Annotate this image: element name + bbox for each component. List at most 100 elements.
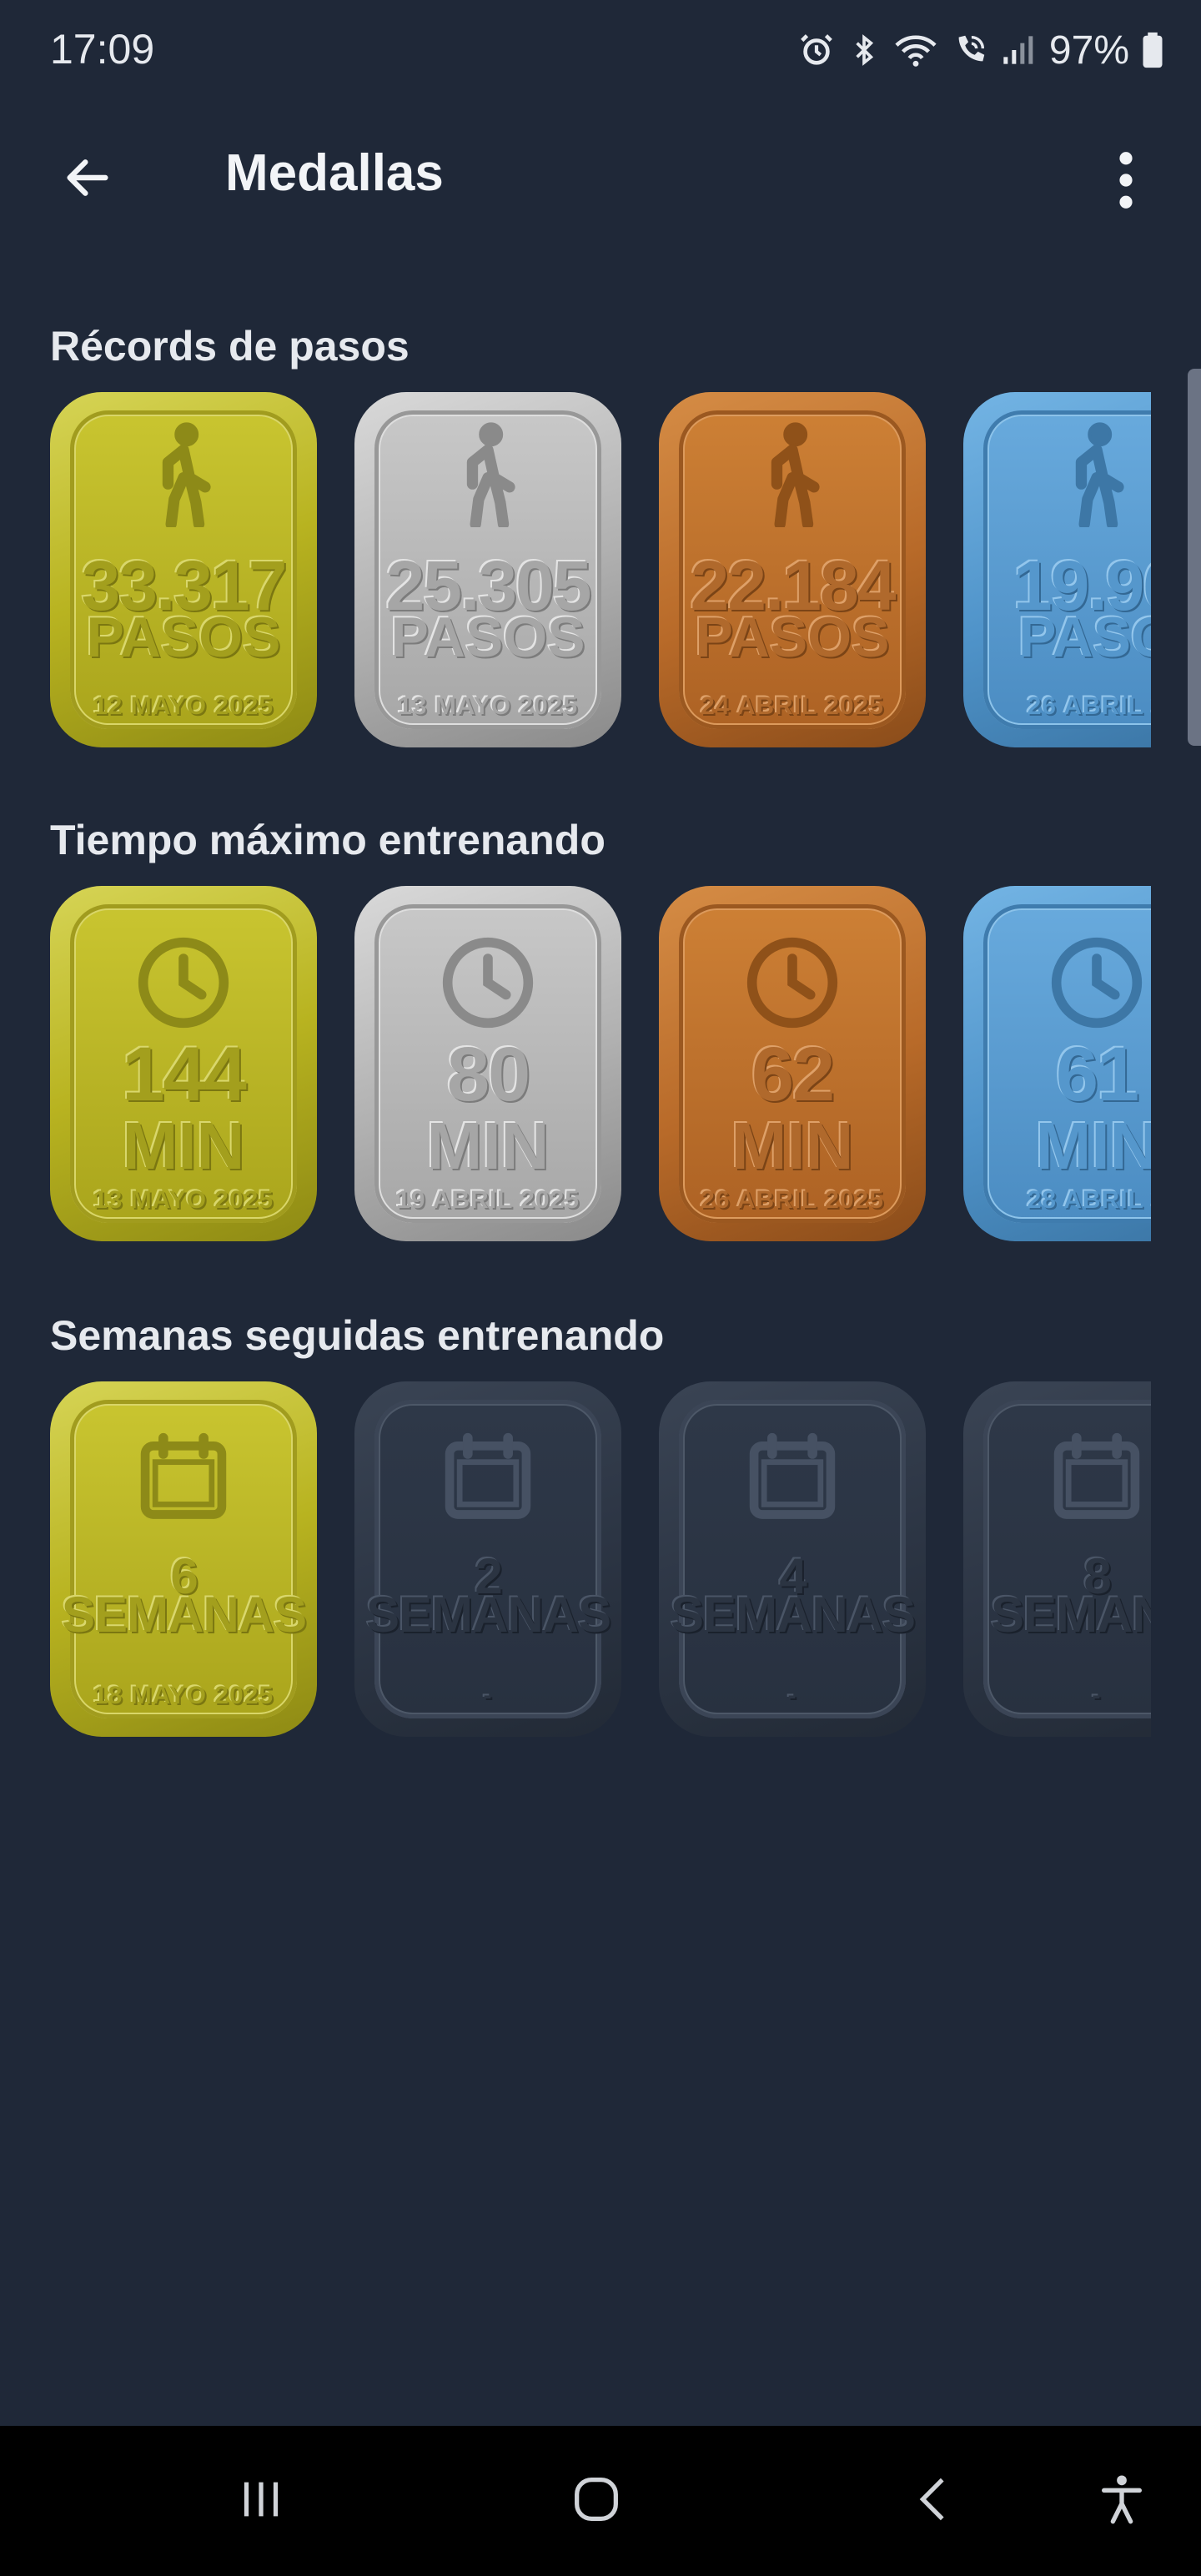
more-vertical-icon	[1116, 151, 1136, 214]
accessibility-icon	[1095, 2470, 1148, 2533]
medal-unit: PASOS	[695, 606, 890, 669]
medal-date: -	[1092, 1682, 1102, 1709]
medal-card-gold[interactable]: 6 SEMANAS 18 MAYO 2025	[50, 1381, 317, 1737]
medal-card-blue[interactable]: 19.96PASO26 ABRIL 2	[963, 392, 1151, 747]
medal-card-silver[interactable]: 25.305 PASOS 13 MAYO 2025	[354, 392, 621, 747]
clock-icon	[983, 934, 1151, 1031]
medal-face: 2 SEMANAS -	[366, 1400, 611, 1718]
medal-card-bronze[interactable]: 22.184 PASOS 24 ABRIL 2025	[659, 392, 926, 747]
medal-section: Récords de pasos 33.317 PASOS 12 MAYO 2025 2…	[50, 317, 1201, 751]
medal-carousel[interactable]: 6 SEMANAS 18 MAYO 2025 2 SEMANAS -4 SEMANAS -8 S…	[50, 1381, 1151, 1740]
back-button[interactable]	[50, 142, 125, 217]
medal-value: 80	[446, 1032, 530, 1117]
system-back-button[interactable]	[889, 2459, 981, 2543]
medal-date: -	[787, 1682, 797, 1709]
medal-date: 13 MAYO 2025	[397, 692, 579, 720]
medal-card-locked[interactable]: 2 SEMANAS -	[354, 1381, 621, 1737]
section-title: Tiempo máximo entrenando	[50, 817, 606, 863]
status-time: 17:09	[50, 26, 155, 73]
medal-face: 4 SEMANAS -	[671, 1400, 916, 1718]
calendar-icon	[374, 1430, 601, 1527]
walking-icon	[374, 422, 601, 527]
medal-date: 24 ABRIL 2025	[701, 692, 884, 720]
calendar-icon	[679, 1430, 906, 1527]
medal-face: 61MIN 28 ABRIL 2	[983, 904, 1151, 1223]
wifi-calling-icon	[951, 31, 989, 69]
medal-unit: PASOS	[86, 606, 281, 669]
medal-section: Semanas seguidas entrenando 6 SEMANAS 18 MA…	[50, 1306, 1201, 1740]
status-icons: 97%	[797, 23, 1164, 77]
medal-unit: SEMANAS	[366, 1587, 611, 1643]
medal-carousel[interactable]: 144 MIN 13 MAYO 2025 80 MIN 19 ABRIL 2025 62 MI…	[50, 886, 1151, 1245]
medal-unit: MIN	[731, 1109, 854, 1183]
medal-unit: SEMANAS	[671, 1587, 916, 1643]
medal-card-locked[interactable]: 8SEMANA-	[963, 1381, 1151, 1737]
medal-face: 33.317 PASOS 12 MAYO 2025	[70, 410, 297, 729]
alarm-icon	[797, 31, 836, 69]
bluetooth-icon	[847, 31, 881, 69]
walking-icon	[70, 422, 297, 527]
battery-percent: 97%	[1048, 28, 1129, 73]
medal-date: 28 ABRIL 2	[1027, 1186, 1151, 1214]
medal-face: 8SEMANA-	[983, 1400, 1151, 1718]
medal-date: 18 MAYO 2025	[93, 1682, 274, 1709]
medal-face: 22.184 PASOS 24 ABRIL 2025	[679, 410, 906, 729]
medal-card-gold[interactable]: 144 MIN 13 MAYO 2025	[50, 886, 317, 1241]
page-title: Medallas	[225, 144, 444, 202]
home-button[interactable]	[550, 2459, 642, 2543]
medal-date: 26 ABRIL 2	[1027, 692, 1151, 720]
medal-unit: SEMANA	[990, 1587, 1151, 1643]
medal-face: 6 SEMANAS 18 MAYO 2025	[62, 1400, 307, 1718]
wifi-icon	[892, 31, 939, 69]
medal-face: 19.96PASO26 ABRIL 2	[983, 410, 1151, 729]
walking-icon	[983, 422, 1151, 527]
recent-apps-button[interactable]	[215, 2459, 307, 2543]
medal-date: 26 ABRIL 2025	[701, 1186, 884, 1214]
calendar-icon	[70, 1430, 297, 1527]
medal-value: 62	[751, 1032, 835, 1117]
home-icon	[567, 2470, 626, 2533]
signal-icon	[1001, 31, 1034, 69]
section-title: Récords de pasos	[50, 323, 410, 370]
medal-unit: MIN	[426, 1109, 550, 1183]
medal-face: 144 MIN 13 MAYO 2025	[70, 904, 297, 1223]
medal-unit: PASO	[1018, 606, 1151, 669]
back-icon	[906, 2470, 964, 2533]
medal-date: 12 MAYO 2025	[93, 692, 274, 720]
medal-date: 19 ABRIL 2025	[396, 1186, 580, 1214]
medal-section: Tiempo máximo entrenando 144 MIN 13 MAYO 20…	[50, 811, 1201, 1245]
clock-icon	[679, 934, 906, 1031]
medal-card-bronze[interactable]: 62 MIN 26 ABRIL 2025	[659, 886, 926, 1241]
clock-icon	[374, 934, 601, 1031]
status-bar: 17:09 97%	[0, 0, 1201, 100]
medal-card-gold[interactable]: 33.317 PASOS 12 MAYO 2025	[50, 392, 317, 747]
accessibility-button[interactable]	[1076, 2459, 1168, 2543]
medal-carousel[interactable]: 33.317 PASOS 12 MAYO 2025 25.305 PASOS 13 MAY…	[50, 392, 1151, 751]
calendar-icon	[983, 1430, 1151, 1527]
medal-date: -	[483, 1682, 493, 1709]
app-bar: Medallas	[0, 117, 1201, 225]
medal-value: 61	[1055, 1032, 1139, 1117]
medal-date: 13 MAYO 2025	[93, 1186, 274, 1214]
recent-apps-icon	[232, 2470, 290, 2533]
medal-card-blue[interactable]: 61MIN 28 ABRIL 2	[963, 886, 1151, 1241]
more-options-button[interactable]	[1084, 140, 1168, 224]
arrow-left-icon	[61, 151, 114, 209]
battery-icon	[1141, 31, 1164, 69]
medal-unit: PASOS	[390, 606, 585, 669]
medal-unit: SEMANAS	[62, 1587, 307, 1643]
medal-carousel-track: 6 SEMANAS 18 MAYO 2025 2 SEMANAS -4 SEMANAS -8 S…	[50, 1381, 1151, 1740]
medal-unit: MIN	[122, 1109, 245, 1183]
clock-icon	[70, 934, 297, 1031]
section-title: Semanas seguidas entrenando	[50, 1312, 665, 1359]
walking-icon	[679, 422, 906, 527]
medal-face: 62 MIN 26 ABRIL 2025	[679, 904, 906, 1223]
medal-unit: MIN	[1035, 1109, 1151, 1183]
navigation-bar	[0, 2426, 1201, 2576]
medal-card-locked[interactable]: 4 SEMANAS -	[659, 1381, 926, 1737]
medal-carousel-track: 33.317 PASOS 12 MAYO 2025 25.305 PASOS 13 MAY…	[50, 392, 1151, 751]
medal-carousel-track: 144 MIN 13 MAYO 2025 80 MIN 19 ABRIL 2025 62 MI…	[50, 886, 1151, 1245]
medal-value: 144	[122, 1032, 247, 1117]
medal-card-silver[interactable]: 80 MIN 19 ABRIL 2025	[354, 886, 621, 1241]
medal-face: 80 MIN 19 ABRIL 2025	[374, 904, 601, 1223]
